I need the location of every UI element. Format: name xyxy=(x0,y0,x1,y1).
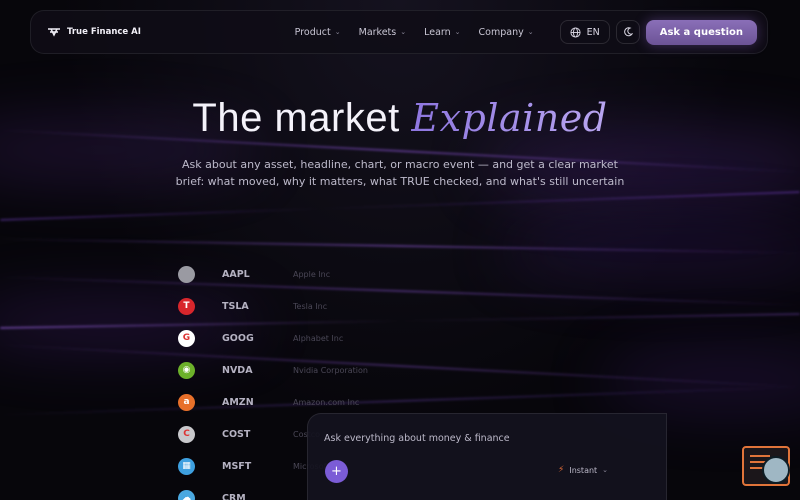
assistant-avatar[interactable] xyxy=(762,456,790,484)
moon-icon xyxy=(623,27,633,37)
nav-markets[interactable]: Markets ⌄ xyxy=(359,27,406,38)
tesla-icon: T xyxy=(178,297,195,315)
language-selector[interactable]: EN xyxy=(559,20,610,44)
salesforce-icon: ☁ xyxy=(178,489,195,500)
mode-selector[interactable]: ⚡ Instant ⌄ xyxy=(558,465,608,475)
ticker-symbol: COST xyxy=(222,428,251,440)
ticker-row[interactable]: ◉ NVDA Nvidia Corporation xyxy=(178,359,378,381)
hero-title-emphasis: Explained xyxy=(411,96,608,140)
ticker-company-name: Apple Inc xyxy=(293,269,331,279)
ticker-company-name: Tesla Inc xyxy=(293,301,328,311)
chevron-down-icon: ⌄ xyxy=(602,466,609,474)
chevron-down-icon: ⌄ xyxy=(527,28,534,36)
brand-name: True Finance AI xyxy=(67,27,141,37)
chevron-down-icon: ⌄ xyxy=(454,28,461,36)
ask-question-button[interactable]: Ask a question xyxy=(645,19,757,45)
ticker-row[interactable]: a AMZN Amazon.com Inc xyxy=(178,391,378,413)
hero-subtitle: Ask about any asset, headline, chart, or… xyxy=(175,158,625,188)
ticker-company-name: Nvidia Corporation xyxy=(293,365,368,375)
nav-product[interactable]: Product ⌄ xyxy=(295,27,341,38)
hero-title: The market Explained xyxy=(0,96,800,141)
ticker-symbol: GOOG xyxy=(222,332,254,344)
globe-icon xyxy=(570,26,581,38)
top-navbar: True Finance AI Product ⌄ Markets ⌄ Learn ⌄… xyxy=(30,10,768,54)
nvidia-icon: ◉ xyxy=(178,361,195,379)
ticker-symbol: MSFT xyxy=(222,460,252,472)
google-icon: G xyxy=(178,329,195,347)
ticker-row[interactable]: G GOOG Alphabet Inc xyxy=(178,327,378,349)
ticker-symbol: NVDA xyxy=(222,364,253,376)
costco-icon: C xyxy=(178,425,195,443)
add-attachment-button[interactable]: + xyxy=(325,460,348,483)
chat-panel: Ask everything about money & finance + ⚡… xyxy=(307,413,667,500)
ticker-symbol: TSLA xyxy=(222,300,249,312)
chat-input[interactable]: Ask everything about money & finance xyxy=(324,433,510,444)
chevron-down-icon: ⌄ xyxy=(400,28,407,36)
nav-learn[interactable]: Learn ⌄ xyxy=(424,27,460,38)
ticker-symbol: CRM xyxy=(222,492,246,500)
theme-toggle[interactable] xyxy=(615,20,640,44)
brand-mark-icon xyxy=(48,28,60,37)
amazon-icon: a xyxy=(178,393,195,411)
language-label: EN xyxy=(586,26,600,38)
ticker-row[interactable]: T TSLA Tesla Inc xyxy=(178,295,378,317)
brand-logo[interactable]: True Finance AI xyxy=(47,27,141,37)
ticker-company-name: Alphabet Inc xyxy=(293,333,344,343)
ticker-symbol: AAPL xyxy=(222,268,250,280)
microsoft-icon: ▦ xyxy=(178,457,195,475)
apple-icon xyxy=(178,265,195,283)
nav-company[interactable]: Company ⌄ xyxy=(479,27,534,38)
ticker-row[interactable]: AAPL Apple Inc xyxy=(178,263,378,285)
mode-label: Instant xyxy=(569,465,598,475)
lightning-icon: ⚡ xyxy=(558,465,565,475)
hero-title-plain: The market xyxy=(192,96,400,140)
chevron-down-icon: ⌄ xyxy=(334,28,341,36)
ticker-symbol: AMZN xyxy=(222,396,254,408)
ticker-company-name: Amazon.com Inc xyxy=(293,397,360,407)
